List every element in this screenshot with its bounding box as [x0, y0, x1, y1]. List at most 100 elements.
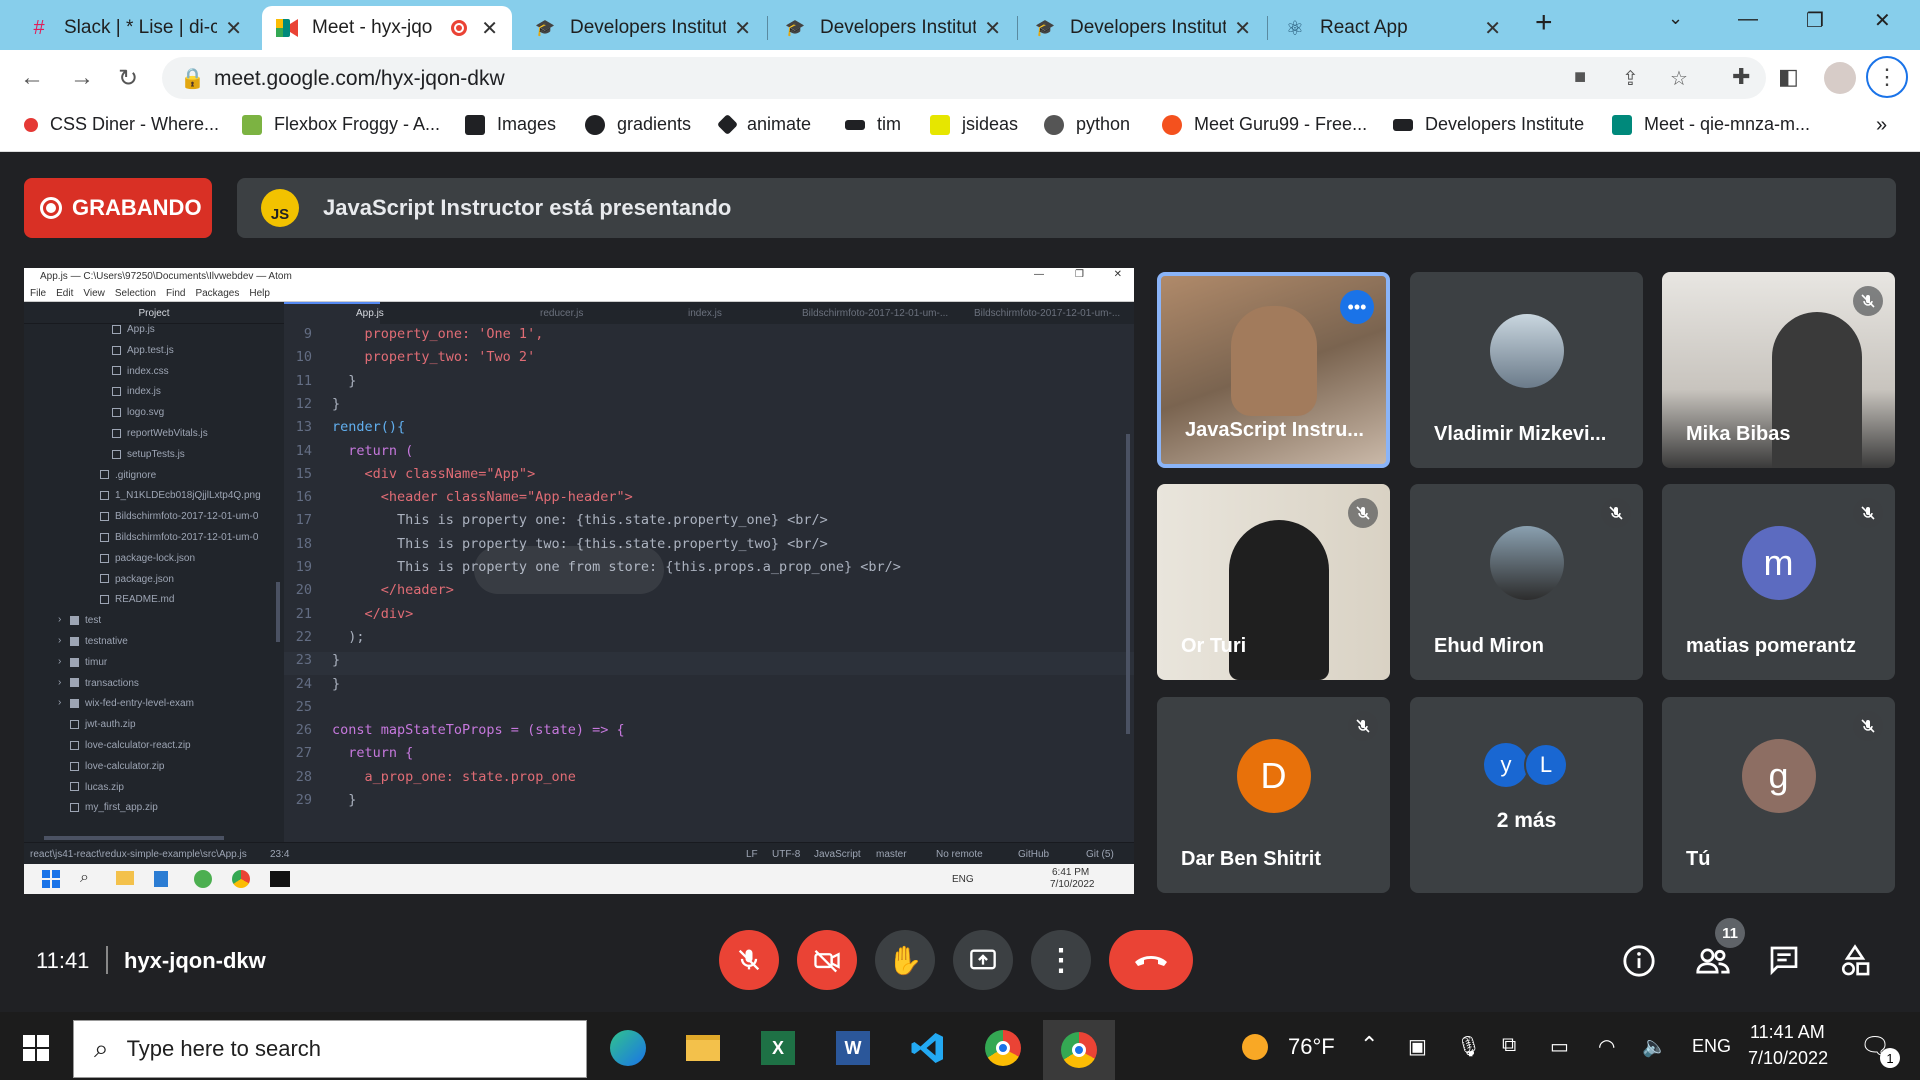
excel-icon[interactable]: X [758, 1028, 798, 1068]
tab-search-chevron-icon[interactable]: ⌄ [1668, 8, 1683, 29]
forward-arrow-icon[interactable]: → [70, 64, 94, 92]
extensions-puzzle-icon[interactable]: ✚ [1732, 64, 1750, 90]
meeting-details-icon[interactable] [1622, 944, 1656, 983]
taskbar-time[interactable]: 11:41 AM [1750, 1022, 1825, 1043]
address-bar[interactable]: 🔒 meet.google.com/hyx-jqon-dkw ■ ⇪ ☆ [162, 57, 1766, 99]
participant-tile[interactable]: g Tú [1662, 697, 1895, 893]
bookmark-animate[interactable]: animate [716, 113, 811, 136]
url-text[interactable]: meet.google.com/hyx-jqon-dkw [214, 67, 505, 91]
tab-developers-institute-3[interactable]: 🎓 Developers Institut ✕ [1020, 6, 1265, 50]
chevron-up-icon[interactable]: ⌃ [1360, 1032, 1378, 1058]
code-text: property_one: 'One 1', [332, 326, 544, 342]
more-options-button[interactable]: ⋮ [1031, 930, 1091, 990]
leave-call-button[interactable] [1109, 930, 1193, 990]
weather-temperature[interactable]: 76°F [1288, 1034, 1335, 1060]
line-number: 14 [295, 442, 312, 459]
notepad-icon [154, 871, 168, 887]
bookmark-flexbox-froggy[interactable]: Flexbox Froggy - A... [242, 114, 440, 135]
file-explorer-icon[interactable] [683, 1028, 723, 1068]
language-indicator[interactable]: ENG [1692, 1036, 1731, 1057]
tab-meet[interactable]: Meet - hyx-jqo ✕ [262, 6, 512, 50]
participant-tile-more[interactable]: y L 2 más [1410, 697, 1643, 893]
side-panel-icon[interactable]: ◧ [1778, 64, 1799, 90]
back-arrow-icon[interactable]: ← [20, 64, 44, 92]
bookmark-developers-institute[interactable]: Developers Institute [1393, 114, 1584, 135]
participant-tile[interactable]: Mika Bibas [1662, 272, 1895, 468]
bookmark-python[interactable]: python [1044, 114, 1130, 135]
code-line: 12} [284, 396, 1134, 419]
more-bookmarks-icon[interactable]: » [1876, 114, 1887, 137]
code-text: </header> [332, 582, 454, 599]
participant-tile[interactable]: Ehud Miron [1410, 484, 1643, 680]
people-icon[interactable] [1695, 944, 1731, 983]
tab-react-app[interactable]: ⚛ React App ✕ [1270, 6, 1515, 50]
tab-slack[interactable]: # Slack | * Lise | di-cla ✕ [14, 6, 256, 50]
tree-folder: › testnative [58, 635, 128, 647]
mic-toggle-button[interactable] [719, 930, 779, 990]
tree-file: index.js [112, 386, 161, 406]
profile-avatar[interactable] [1824, 62, 1856, 94]
participant-tile[interactable]: Or Turi [1157, 484, 1390, 680]
close-icon[interactable]: ✕ [984, 16, 1001, 41]
participant-tile[interactable]: m matias pomerantz [1662, 484, 1895, 680]
line-number: 24 [295, 675, 312, 692]
line-number: 9 [303, 326, 312, 342]
line-number: 12 [295, 395, 312, 412]
chrome-icon[interactable] [983, 1028, 1023, 1068]
close-icon[interactable]: ✕ [1484, 16, 1501, 41]
taskbar-search-box[interactable]: ⌕ Type here to search [73, 1020, 587, 1078]
editor-tabs: App.js reducer.js index.js Bildschirmfot… [284, 302, 1134, 324]
graduation-cap-icon: 🎓 [535, 20, 555, 37]
new-tab-button[interactable]: + [1535, 6, 1553, 40]
close-icon[interactable]: ✕ [225, 16, 242, 41]
reload-icon[interactable]: ↻ [118, 64, 138, 93]
camera-toggle-button[interactable] [797, 930, 857, 990]
more-options-icon[interactable]: ••• [1340, 290, 1374, 324]
start-button[interactable] [16, 1028, 56, 1068]
participant-tile[interactable]: Vladimir Mizkevi... [1410, 272, 1643, 468]
close-window-button[interactable]: ✕ [1874, 8, 1891, 33]
chrome-active-window-icon[interactable] [1043, 1020, 1115, 1080]
minimize-button[interactable]: — [1738, 8, 1758, 31]
chevron-right-icon: › [58, 655, 62, 667]
wifi-icon[interactable]: ◠ [1598, 1034, 1615, 1059]
participant-tile[interactable]: D Dar Ben Shitrit [1157, 697, 1390, 893]
star-icon[interactable]: ☆ [1670, 66, 1688, 91]
restore-button[interactable]: ❐ [1806, 8, 1824, 33]
bookmark-guru99[interactable]: Meet Guru99 - Free... [1162, 114, 1367, 135]
close-icon[interactable]: ✕ [734, 16, 751, 41]
camera-blocked-icon[interactable]: ■ [1574, 66, 1586, 89]
weather-sun-icon[interactable] [1242, 1034, 1268, 1060]
present-screen-button[interactable] [953, 930, 1013, 990]
meet-now-icon[interactable]: ▣ [1408, 1034, 1427, 1059]
bookmark-tim[interactable]: tim [845, 114, 901, 135]
volume-icon[interactable]: 🔈 [1642, 1034, 1667, 1059]
graduation-cap-icon [1393, 118, 1413, 131]
close-icon[interactable]: ✕ [481, 16, 498, 41]
edge-icon[interactable] [608, 1028, 648, 1068]
lock-icon[interactable]: 🔒 [180, 66, 205, 91]
bookmark-gradients[interactable]: gradients [585, 114, 691, 135]
word-icon[interactable]: W [833, 1028, 873, 1068]
activities-icon[interactable] [1839, 944, 1871, 983]
bookmark-css-diner[interactable]: CSS Diner - Where... [24, 114, 219, 135]
battery-icon[interactable]: ▭ [1550, 1034, 1569, 1059]
microphone-icon[interactable]: 🎙 [1456, 1034, 1481, 1059]
close-icon[interactable]: ✕ [1234, 16, 1251, 41]
kebab-menu-icon[interactable]: ⋮ [1866, 56, 1908, 98]
react-icon: ⚛ [1286, 17, 1304, 40]
bookmark-meet[interactable]: Meet - qie-mnza-m... [1612, 114, 1810, 135]
participant-tile[interactable]: ••• JavaScript Instru... [1157, 272, 1390, 468]
share-icon[interactable]: ⇪ [1622, 66, 1639, 91]
raise-hand-button[interactable]: ✋ [875, 930, 935, 990]
recording-badge[interactable]: GRABANDO [24, 178, 212, 238]
bookmark-images[interactable]: Images [465, 114, 556, 135]
code-line: 14 return ( [284, 443, 1134, 466]
taskbar-date[interactable]: 7/10/2022 [1748, 1048, 1828, 1069]
bookmark-jsideas[interactable]: jsideas [930, 114, 1018, 135]
tab-developers-institute-2[interactable]: 🎓 Developers Institut ✕ [770, 6, 1015, 50]
chat-icon[interactable] [1767, 944, 1801, 981]
screen-capture-icon[interactable]: ⧉ [1502, 1034, 1516, 1057]
vscode-icon[interactable] [908, 1028, 948, 1068]
tab-developers-institute-1[interactable]: 🎓 Developers Institut ✕ [520, 6, 765, 50]
